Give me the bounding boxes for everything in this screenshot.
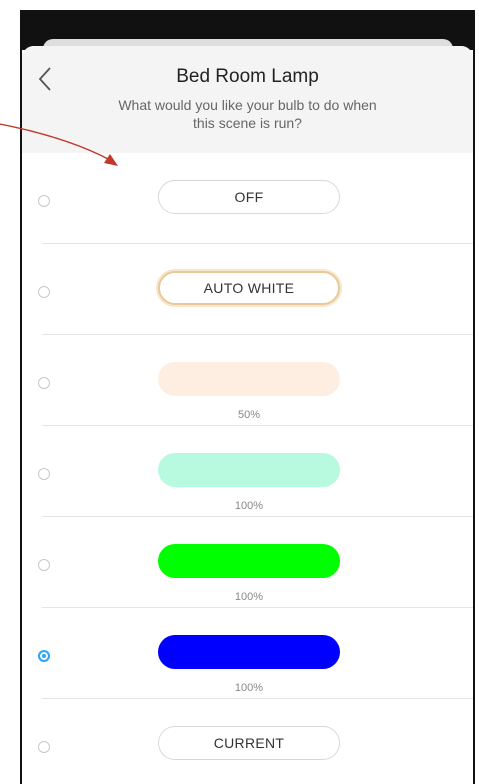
- page-title: Bed Room Lamp: [176, 66, 319, 87]
- option-percent: 100%: [234, 500, 264, 512]
- option-percent: 50%: [237, 409, 261, 421]
- option-radio-selected[interactable]: [38, 650, 50, 662]
- option-row-current[interactable]: CURRENT: [22, 699, 473, 784]
- option-color-pill-mint[interactable]: [158, 453, 340, 487]
- frame-right-edge: [473, 10, 475, 784]
- page-subtitle: What would you like your bulb to do when…: [118, 97, 377, 131]
- option-color-pill-green[interactable]: [158, 544, 340, 578]
- sheet-header: Bed Room Lamp What would you like your b…: [22, 46, 473, 153]
- option-pill-current[interactable]: CURRENT: [158, 726, 340, 760]
- option-row-off[interactable]: OFF: [22, 153, 473, 244]
- option-pill-off[interactable]: OFF: [158, 180, 340, 214]
- option-percent: 100%: [234, 682, 264, 694]
- option-radio[interactable]: [38, 741, 50, 753]
- option-row-auto-white[interactable]: AUTO WHITE: [22, 244, 473, 335]
- option-row-green[interactable]: 100%: [22, 517, 473, 608]
- option-color-pill-peach[interactable]: [158, 362, 340, 396]
- option-radio[interactable]: [38, 559, 50, 571]
- option-row-peach[interactable]: 50%: [22, 335, 473, 426]
- option-radio[interactable]: [38, 195, 50, 207]
- scene-sheet: Bed Room Lamp What would you like your b…: [22, 46, 473, 784]
- option-radio[interactable]: [38, 468, 50, 480]
- option-pill-auto-white[interactable]: AUTO WHITE: [158, 271, 340, 305]
- option-radio[interactable]: [38, 377, 50, 389]
- option-row-blue[interactable]: 100%: [22, 608, 473, 699]
- option-percent: 100%: [234, 591, 264, 603]
- option-radio[interactable]: [38, 286, 50, 298]
- option-color-pill-blue[interactable]: [158, 635, 340, 669]
- option-row-mint[interactable]: 100%: [22, 426, 473, 517]
